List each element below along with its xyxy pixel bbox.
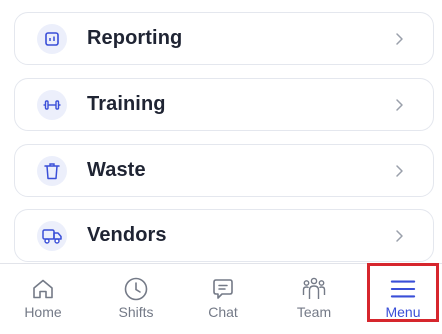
hamburger-icon bbox=[390, 276, 416, 302]
screen: Reporting Training Waste Vendors Home Sh… bbox=[0, 0, 442, 334]
chevron-right-icon bbox=[393, 97, 405, 113]
dumbbell-icon bbox=[37, 89, 67, 120]
tab-menu[interactable]: Menu bbox=[368, 264, 438, 334]
team-icon bbox=[301, 276, 327, 302]
chat-icon bbox=[210, 276, 236, 302]
chevron-right-icon bbox=[393, 31, 405, 47]
tab-shifts[interactable]: Shifts bbox=[101, 264, 171, 334]
tab-label: Team bbox=[296, 304, 332, 320]
menu-item-reporting[interactable]: Reporting bbox=[14, 12, 434, 65]
home-icon bbox=[30, 276, 56, 302]
menu-item-label: Reporting bbox=[87, 27, 183, 49]
chevron-right-icon bbox=[393, 228, 405, 244]
menu-item-label: Waste bbox=[87, 159, 146, 181]
clock-icon bbox=[123, 276, 149, 302]
menu-item-waste[interactable]: Waste bbox=[14, 144, 434, 197]
menu-item-vendors[interactable]: Vendors bbox=[14, 209, 434, 262]
tab-chat[interactable]: Chat bbox=[188, 264, 258, 334]
tab-team[interactable]: Team bbox=[279, 264, 349, 334]
chevron-right-icon bbox=[393, 163, 405, 179]
tab-label: Shifts bbox=[118, 304, 154, 320]
menu-item-label: Vendors bbox=[87, 224, 167, 246]
trash-icon bbox=[37, 155, 67, 186]
truck-icon bbox=[37, 220, 67, 251]
tab-label: Home bbox=[24, 304, 62, 320]
menu-item-training[interactable]: Training bbox=[14, 78, 434, 131]
bottom-tab-bar: Home Shifts Chat Team Menu bbox=[0, 263, 442, 334]
reporting-icon bbox=[37, 23, 67, 54]
tab-label: Menu bbox=[385, 304, 421, 320]
menu-item-label: Training bbox=[87, 93, 166, 115]
tab-label: Chat bbox=[208, 304, 238, 320]
tab-home[interactable]: Home bbox=[8, 264, 78, 334]
